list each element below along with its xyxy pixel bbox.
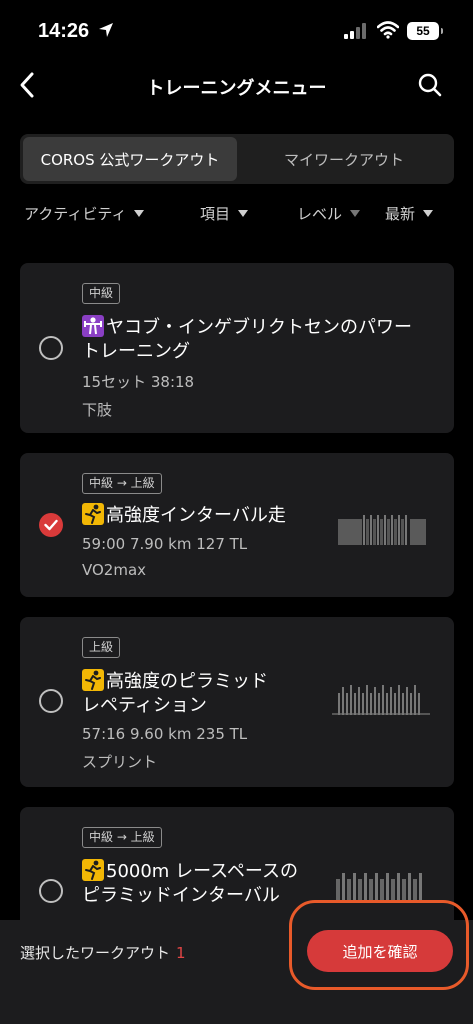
workout-title-line1: 高強度のピラミッド <box>106 671 268 692</box>
tab-coros-official[interactable]: COROS 公式ワークアウト <box>23 137 237 181</box>
filter-item[interactable]: 項目 <box>200 203 249 224</box>
level-badge: 中級 → 上級 <box>82 827 162 848</box>
workout-card[interactable]: 上級 高強度のピラミッドレペティション 57:16 9.60 km 235 TL… <box>20 617 454 787</box>
wifi-icon <box>377 21 399 39</box>
filter-sort-label: 最新 <box>385 205 416 223</box>
tab-my-workouts[interactable]: マイワークアウト <box>237 137 451 181</box>
nav-bar: トレーニングメニュー <box>0 60 473 110</box>
page-title: トレーニングメニュー <box>146 78 327 99</box>
workout-title: 高強度インターバル走 <box>82 503 286 528</box>
intensity-graph <box>332 685 430 715</box>
filter-activity[interactable]: アクティビティ <box>24 203 145 224</box>
intensity-graph <box>336 873 422 903</box>
status-time: 14:26 <box>38 20 90 42</box>
select-radio[interactable] <box>39 336 63 360</box>
location-arrow-icon <box>99 23 113 37</box>
intensity-graph <box>338 515 426 545</box>
checkmark-icon <box>44 519 58 531</box>
filter-sort[interactable]: 最新 <box>385 203 434 224</box>
highlight-annotation <box>289 900 469 990</box>
workout-category: 下肢 <box>82 401 113 419</box>
workout-title-line2: ピラミッドインターバル <box>82 885 280 906</box>
selected-workouts-label: 選択したワークアウト 1 <box>20 942 186 963</box>
running-icon <box>82 503 104 525</box>
selected-workouts-text: 選択したワークアウト <box>20 944 171 962</box>
dropdown-arrow-icon <box>134 210 145 217</box>
selected-count: 1 <box>176 944 186 962</box>
running-icon <box>82 859 104 881</box>
workout-source-tabs: COROS 公式ワークアウト マイワークアウト <box>20 134 454 184</box>
workout-meta: 15セット 38:18 <box>82 373 195 391</box>
search-icon[interactable] <box>417 72 443 98</box>
dropdown-arrow-icon <box>423 210 434 217</box>
cellular-signal-icon <box>344 23 366 39</box>
workout-category: スプリント <box>82 753 158 771</box>
workout-title-line1: 高強度インターバル走 <box>106 505 286 526</box>
workout-title-line1: ヤコブ・インゲブリクトセンのパワー <box>106 317 412 338</box>
workout-category: VO2max <box>82 561 147 579</box>
select-radio[interactable] <box>39 689 63 713</box>
filter-level-label: レベル <box>297 205 343 223</box>
workout-card[interactable]: 中級 ヤコブ・インゲブリクトセンのパワートレーニング 15セット 38:18 下… <box>20 263 454 433</box>
workout-meta: 59:00 7.90 km 127 TL <box>82 535 248 553</box>
workout-title: ヤコブ・インゲブリクトセンのパワートレーニング <box>82 315 412 364</box>
workout-title-line2: トレーニング <box>82 341 190 362</box>
filter-item-label: 項目 <box>200 205 231 223</box>
running-icon <box>82 669 104 691</box>
select-radio-checked[interactable] <box>39 513 63 537</box>
filter-level[interactable]: レベル <box>297 203 361 224</box>
status-bar: 14:26 55 <box>0 0 473 60</box>
battery-icon: 55 <box>407 22 443 40</box>
workout-title: 高強度のピラミッドレペティション <box>82 669 268 718</box>
filter-activity-label: アクティビティ <box>24 205 127 223</box>
dropdown-arrow-icon <box>238 210 249 217</box>
workout-title: 5000m レースペースのピラミッドインターバル <box>82 859 298 908</box>
battery-level: 55 <box>416 24 430 38</box>
level-badge: 中級 <box>82 283 121 304</box>
workout-meta: 57:16 9.60 km 235 TL <box>82 725 248 743</box>
dropdown-arrow-icon <box>350 210 361 217</box>
workout-title-line2: レペティション <box>82 695 207 716</box>
select-radio[interactable] <box>39 879 63 903</box>
level-badge: 上級 <box>82 637 121 658</box>
filter-bar: アクティビティ 項目 レベル 最新 <box>0 203 473 225</box>
strength-icon <box>82 315 104 337</box>
workout-title-line1: 5000m レースペースの <box>106 861 299 882</box>
workout-card[interactable]: 中級 → 上級 高強度インターバル走 59:00 7.90 km 127 TL … <box>20 453 454 597</box>
level-badge: 中級 → 上級 <box>82 473 162 494</box>
